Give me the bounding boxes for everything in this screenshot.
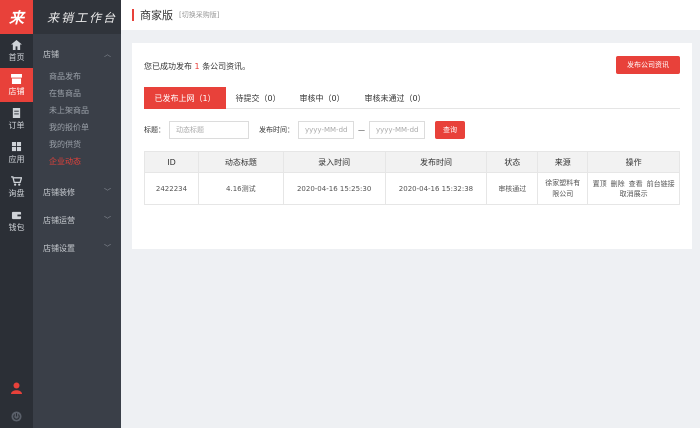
date-range-dash: — (358, 126, 365, 134)
user-avatar-button[interactable] (0, 378, 33, 398)
rail-item-label: 店铺 (8, 86, 25, 96)
cell-title: 4.16测试 (197, 172, 284, 205)
view-link[interactable]: 查看 (629, 179, 643, 189)
frontend-link[interactable]: 前台链接 (647, 179, 675, 189)
notice-suffix: 条公司资讯。 (202, 62, 251, 71)
wallet-icon (11, 211, 22, 219)
icon-rail: 来 首页 店铺 订单 应用 询盘 钱包 (0, 0, 33, 428)
tab-under-review[interactable]: 审核中（0） (290, 87, 354, 109)
column-header: 动态标题 (197, 151, 284, 173)
filter-bar: 标题： 动态标题 发布时间： yyyy-MM-dd — yyyy-MM-dd 查… (144, 121, 465, 139)
page-title: 商家版 (140, 9, 173, 22)
rail-item-order[interactable]: 订单 (0, 102, 33, 136)
column-header: ID (144, 151, 199, 173)
publish-notice: 您已成功发布 1 条公司资讯。 (144, 61, 250, 72)
rail-item-inquiry[interactable]: 询盘 (0, 170, 33, 204)
logout-button[interactable] (0, 406, 33, 426)
title-filter-label: 标题： (144, 126, 165, 134)
rail-item-home[interactable]: 首页 (0, 34, 33, 68)
sidebar-group-label: 店铺装修 (43, 187, 75, 197)
publish-news-button[interactable]: 发布公司资讯 (616, 56, 680, 74)
page-header: 商家版 [切换采购版] (121, 0, 700, 30)
sidebar-group-settings[interactable]: 店铺设置 ﹀ (33, 234, 121, 262)
sidebar-item-on-sale[interactable]: 在售商品 (33, 85, 121, 102)
home-icon (11, 39, 22, 50)
order-icon (12, 107, 21, 118)
user-icon (11, 382, 22, 394)
tab-pending-submit[interactable]: 待提交（0） (226, 87, 290, 109)
table-header-row: ID 动态标题 录入时间 发布时间 状态 来源 操作 (144, 151, 680, 173)
chevron-down-icon: ﹀ (104, 244, 111, 252)
chevron-down-icon: ﹀ (104, 188, 111, 196)
cell-source: 徐家塑料有限公司 (537, 172, 589, 205)
tab-published[interactable]: 已发布上网（1） (144, 87, 226, 109)
sidebar-item-publish-goods[interactable]: 商品发布 (33, 68, 121, 85)
column-header: 发布时间 (384, 151, 488, 173)
sidebar-item-supply[interactable]: 我的供货 (33, 136, 121, 153)
sidebar-group-operations[interactable]: 店铺运营 ﹀ (33, 206, 121, 234)
tab-rejected[interactable]: 审核未通过（0） (354, 87, 436, 109)
news-table: ID 动态标题 录入时间 发布时间 状态 来源 操作 2422234 4.16测… (144, 151, 680, 205)
rail-item-wallet[interactable]: 钱包 (0, 204, 33, 238)
time-filter-label: 发布时间： (259, 126, 294, 134)
chevron-up-icon: ︿ (104, 50, 111, 58)
chevron-down-icon: ﹀ (104, 216, 111, 224)
column-header: 录入时间 (282, 151, 386, 173)
switch-version-link[interactable]: [切换采购版] (179, 10, 219, 20)
cart-icon (11, 175, 22, 186)
cell-entry-time: 2020-04-16 15:25:30 (282, 172, 386, 205)
cell-status: 审核通过 (486, 172, 539, 205)
apps-icon (11, 141, 22, 151)
sidebar-item-company-news[interactable]: 企业动态 (33, 153, 121, 170)
sidebar-group-label: 店铺 (43, 49, 59, 59)
cell-operations: 置顶 删除 查看 前台链接 取消展示 (587, 172, 680, 205)
rail-item-label: 订单 (8, 120, 25, 130)
power-icon (11, 410, 22, 422)
title-search-input[interactable]: 动态标题 (169, 121, 249, 139)
end-date-input[interactable]: yyyy-MM-dd (369, 121, 425, 139)
sidebar-group-store[interactable]: 店铺 ︿ (33, 40, 121, 68)
rail-item-label: 钱包 (8, 222, 25, 232)
rail-item-label: 首页 (8, 52, 25, 62)
rail-item-label: 询盘 (8, 188, 25, 198)
header-accent-bar (132, 9, 134, 21)
column-header: 操作 (587, 151, 680, 173)
notice-prefix: 您已成功发布 (144, 62, 192, 71)
sidebar-group-decoration[interactable]: 店铺装修 ﹀ (33, 178, 121, 206)
sidebar-item-quotes[interactable]: 我的报价单 (33, 119, 121, 136)
sidebar-group-label: 店铺运营 (43, 215, 75, 225)
sidebar-item-unlisted[interactable]: 未上架商品 (33, 102, 121, 119)
status-tabs: 已发布上网（1） 待提交（0） 审核中（0） 审核未通过（0） (144, 87, 680, 109)
delete-link[interactable]: 删除 (611, 179, 625, 189)
pin-top-link[interactable]: 置顶 (593, 179, 607, 189)
cell-publish-time: 2020-04-16 15:32:38 (384, 172, 488, 205)
rail-item-apps[interactable]: 应用 (0, 136, 33, 170)
secondary-sidebar: 来销工作台 店铺 ︿ 商品发布 在售商品 未上架商品 我的报价单 我的供货 企业… (33, 0, 121, 428)
column-header: 来源 (537, 151, 589, 173)
app-logo: 来 (0, 0, 33, 34)
sidebar-title: 来销工作台 (33, 0, 121, 34)
store-icon (11, 73, 22, 84)
cancel-display-link[interactable]: 取消展示 (620, 189, 648, 199)
rail-item-label: 应用 (8, 154, 25, 164)
rail-item-store[interactable]: 店铺 (0, 68, 33, 102)
main-panel: 您已成功发布 1 条公司资讯。 发布公司资讯 已发布上网（1） 待提交（0） 审… (132, 43, 692, 249)
start-date-input[interactable]: yyyy-MM-dd (298, 121, 354, 139)
cell-id: 2422234 (144, 172, 199, 205)
query-button[interactable]: 查询 (435, 121, 465, 139)
notice-count: 1 (194, 62, 200, 71)
column-header: 状态 (486, 151, 539, 173)
table-row: 2422234 4.16测试 2020-04-16 15:25:30 2020-… (144, 172, 680, 205)
sidebar-group-label: 店铺设置 (43, 243, 75, 253)
